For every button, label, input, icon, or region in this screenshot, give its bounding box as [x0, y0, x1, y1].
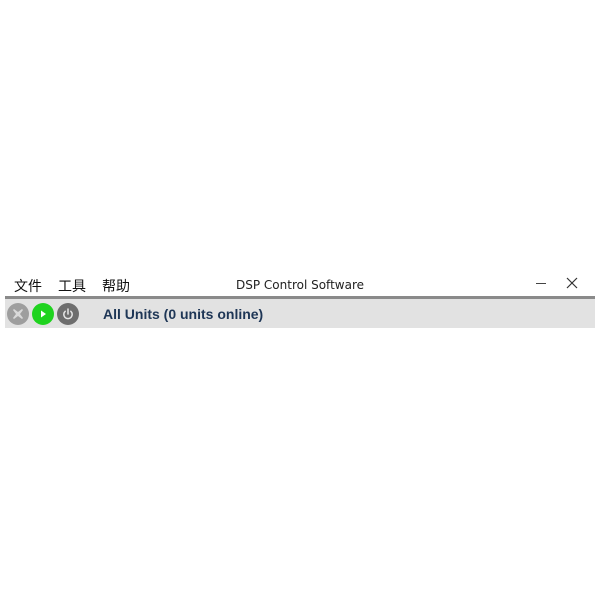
stop-button[interactable] [7, 303, 29, 325]
play-icon [41, 310, 46, 318]
power-icon [63, 308, 73, 320]
minimize-icon [536, 283, 546, 284]
play-button[interactable] [32, 303, 54, 325]
close-icon [566, 277, 578, 289]
menu-bar: 文件 工具 帮助 [11, 279, 143, 296]
menu-file[interactable]: 文件 [11, 279, 45, 296]
app-window: 文件 工具 帮助 DSP Control Software All Units … [5, 272, 595, 328]
menu-tools[interactable]: 工具 [55, 279, 89, 296]
power-button[interactable] [57, 303, 79, 325]
close-button[interactable] [554, 272, 590, 294]
title-bar: 文件 工具 帮助 DSP Control Software [5, 272, 595, 296]
toolbar: All Units (0 units online) [5, 299, 595, 328]
menu-help[interactable]: 帮助 [99, 279, 133, 296]
all-units-label[interactable]: All Units (0 units online) [103, 306, 263, 322]
stop-icon [13, 309, 23, 319]
